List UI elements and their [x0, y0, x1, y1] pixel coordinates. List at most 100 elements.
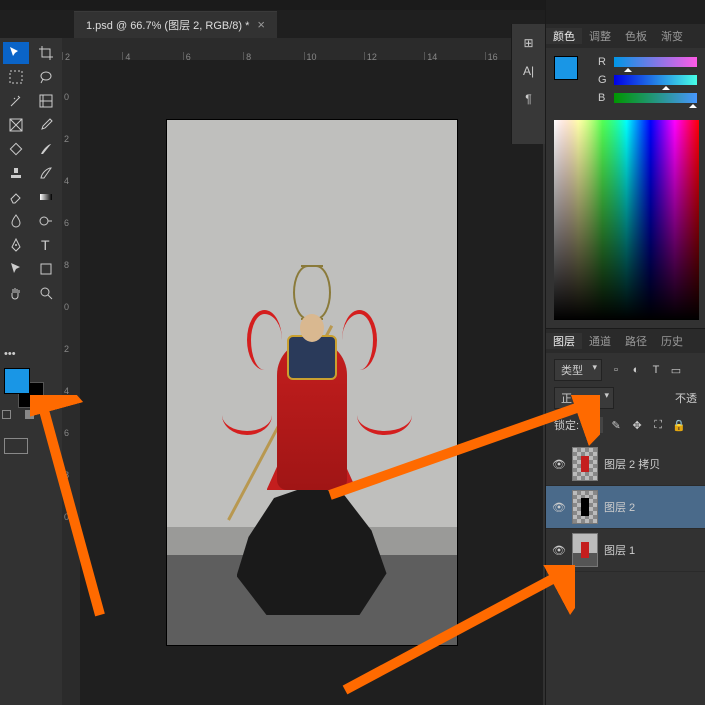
filter-image-icon[interactable]: ▫ [608, 362, 624, 378]
ruler-tick: 0 [64, 512, 78, 522]
color-swatch-control[interactable] [4, 368, 30, 394]
lock-transparent-icon[interactable]: ▦ [587, 417, 603, 433]
pen-tool[interactable] [3, 234, 29, 256]
layer-thumbnail[interactable] [572, 533, 598, 567]
foreground-color-swatch[interactable] [4, 368, 30, 394]
edit-toolbar-icon[interactable]: ••• [4, 348, 16, 360]
lock-position-icon[interactable]: ✥ [629, 417, 645, 433]
tool-palette: T ••• [0, 38, 62, 705]
tab-title: 1.psd @ 66.7% (图层 2, RGB/8) * [86, 17, 249, 33]
ruler-tick: 4 [122, 52, 182, 60]
ruler-tick: 2 [62, 52, 122, 60]
blur-tool[interactable] [3, 210, 29, 232]
history-brush-tool[interactable] [33, 162, 59, 184]
lock-artboard-icon[interactable]: ⛶ [650, 417, 666, 433]
layer-item[interactable]: 👁 图层 1 [546, 529, 705, 572]
lasso-tool[interactable] [33, 66, 59, 88]
default-colors-icon[interactable] [2, 410, 11, 419]
layer-item[interactable]: 👁 图层 2 [546, 486, 705, 529]
eyedropper-tool[interactable] [33, 114, 59, 136]
slice-tool[interactable] [33, 90, 59, 112]
gradient-tool[interactable] [33, 186, 59, 208]
b-label: B [598, 92, 608, 104]
marquee-tool[interactable] [3, 66, 29, 88]
g-slider[interactable] [614, 75, 697, 85]
filter-adjust-icon[interactable]: ◐ [628, 362, 644, 378]
ruler-tick: 2 [64, 134, 78, 144]
filter-shape-icon[interactable]: ▭ [668, 362, 684, 378]
visibility-icon[interactable]: 👁 [552, 501, 566, 514]
color-panel-tabs: 颜色 调整 色板 渐变 [546, 24, 705, 48]
r-slider[interactable] [614, 57, 697, 67]
ruler-tick: 12 [364, 52, 424, 60]
color-spectrum[interactable] [554, 120, 699, 320]
swap-colors-icon[interactable] [25, 410, 34, 419]
layer-name: 图层 2 [604, 499, 635, 515]
tab-layers[interactable]: 图层 [546, 333, 582, 349]
visibility-icon[interactable]: 👁 [552, 458, 566, 471]
ruler-tick: 2 [64, 344, 78, 354]
layers-panel-tabs: 图层 通道 路径 历史 [546, 329, 705, 353]
ruler-tick: 0 [64, 302, 78, 312]
character-icon[interactable]: A| [523, 64, 534, 78]
stamp-tool[interactable] [3, 162, 29, 184]
tab-swatches[interactable]: 色板 [618, 28, 654, 44]
layer-thumbnail[interactable] [572, 490, 598, 524]
type-tool[interactable]: T [33, 234, 59, 256]
properties-icon[interactable]: ⊞ [523, 36, 533, 50]
frame-tool[interactable] [3, 114, 29, 136]
move-tool[interactable] [3, 42, 29, 64]
b-slider[interactable] [614, 93, 697, 103]
ruler-horizontal: 246810121416 [62, 38, 545, 60]
ruler-tick: 8 [243, 52, 303, 60]
healing-tool[interactable] [3, 138, 29, 160]
svg-text:T: T [41, 237, 50, 253]
g-label: G [598, 74, 608, 86]
brush-tool[interactable] [33, 138, 59, 160]
shape-tool[interactable] [33, 258, 59, 280]
blend-mode-select[interactable]: 正 [554, 387, 614, 409]
tab-channels[interactable]: 通道 [582, 333, 618, 349]
hand-tool[interactable] [3, 282, 29, 304]
tab-gradients[interactable]: 渐变 [654, 28, 690, 44]
crop-tool[interactable] [33, 42, 59, 64]
ruler-tick: 6 [64, 428, 78, 438]
panel-fg-swatch[interactable] [554, 56, 578, 80]
dodge-tool[interactable] [33, 210, 59, 232]
ruler-tick: 6 [183, 52, 243, 60]
paragraph-icon[interactable]: ¶ [525, 92, 531, 106]
filter-type-icon[interactable]: T [648, 362, 664, 378]
quickmask-icon[interactable] [4, 438, 28, 454]
lock-pixels-icon[interactable]: ✎ [608, 417, 624, 433]
path-select-tool[interactable] [3, 258, 29, 280]
ruler-tick: 14 [424, 52, 484, 60]
lock-label: 锁定: [554, 417, 579, 433]
ruler-vertical: 0 2 4 6 8 0 2 4 6 8 0 [62, 60, 80, 705]
layer-name: 图层 1 [604, 542, 635, 558]
opacity-label: 不透 [675, 390, 697, 406]
ruler-tick: 8 [64, 260, 78, 270]
tab-color[interactable]: 颜色 [546, 28, 582, 44]
document-canvas[interactable] [167, 120, 457, 645]
document-tab[interactable]: 1.psd @ 66.7% (图层 2, RGB/8) * × [74, 11, 277, 38]
ruler-tick: 10 [304, 52, 364, 60]
ruler-tick: 4 [64, 176, 78, 186]
eraser-tool[interactable] [3, 186, 29, 208]
ruler-tick: 6 [64, 218, 78, 228]
lock-all-icon[interactable]: 🔒 [671, 417, 687, 433]
tab-adjust[interactable]: 调整 [582, 28, 618, 44]
visibility-icon[interactable]: 👁 [552, 544, 566, 557]
layer-filter-kind[interactable]: 类型 [554, 359, 602, 381]
layer-thumbnail[interactable] [572, 447, 598, 481]
wand-tool[interactable] [3, 90, 29, 112]
zoom-tool[interactable] [33, 282, 59, 304]
tab-paths[interactable]: 路径 [618, 333, 654, 349]
close-icon[interactable]: × [257, 17, 265, 32]
ruler-tick: 4 [64, 386, 78, 396]
ruler-tick: 0 [64, 92, 78, 102]
canvas-area[interactable] [80, 60, 543, 705]
layer-item[interactable]: 👁 图层 2 拷贝 [546, 443, 705, 486]
tab-history[interactable]: 历史 [654, 333, 690, 349]
layer-name: 图层 2 拷贝 [604, 456, 660, 472]
ruler-tick: 8 [64, 470, 78, 480]
